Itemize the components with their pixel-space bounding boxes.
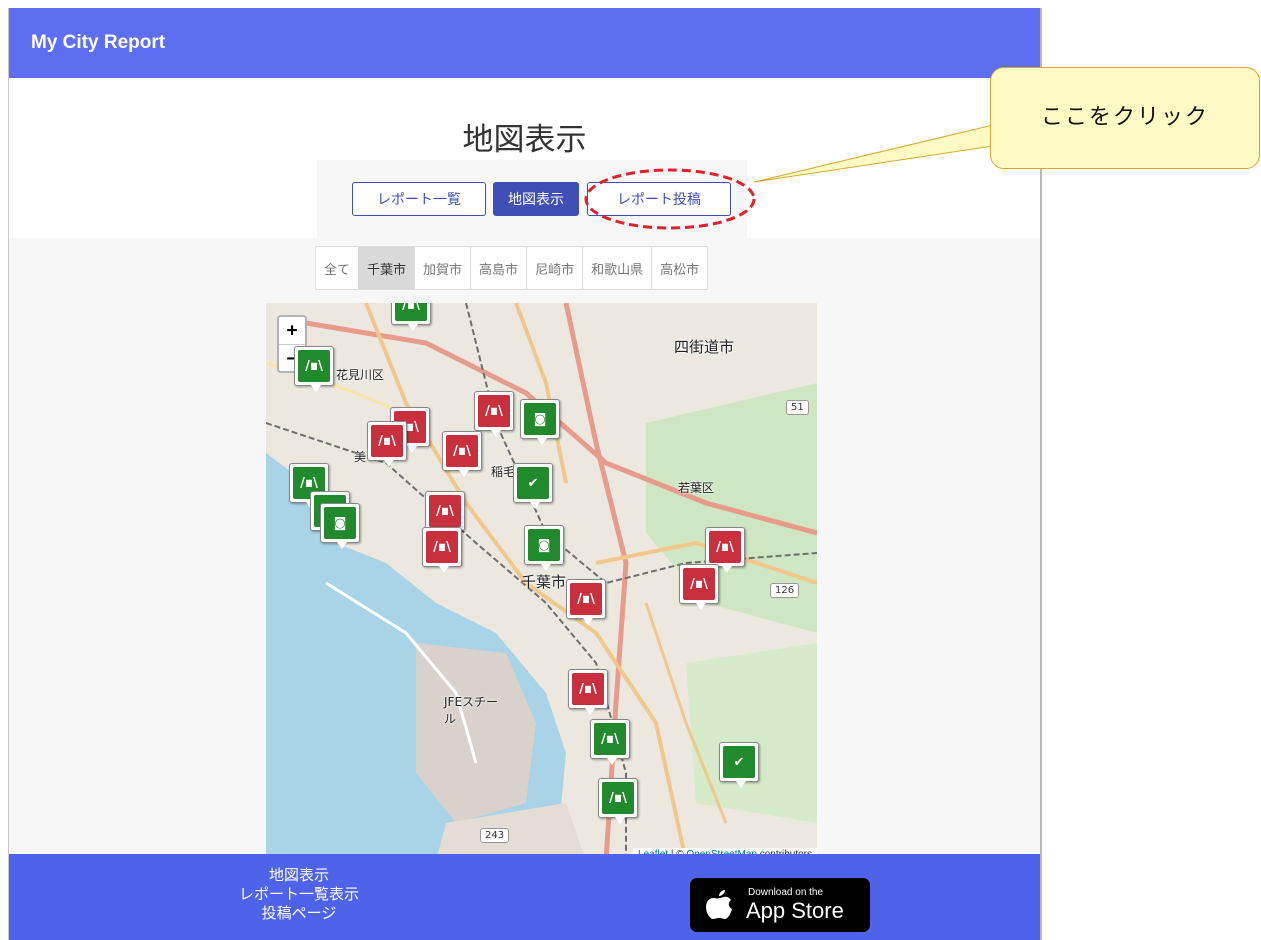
- footer-link-post[interactable]: 投稿ページ: [229, 904, 369, 923]
- camera-icon: ◙: [324, 507, 356, 539]
- road-damage-icon: /∎\: [570, 583, 602, 615]
- callout-box: ここをクリック: [990, 67, 1260, 169]
- map-label-chiba: 千葉市: [521, 573, 567, 591]
- footer: 地図表示 レポート一覧表示 投稿ページ Download on the App …: [9, 854, 1040, 940]
- city-filter-takashima[interactable]: 高島市: [470, 246, 528, 290]
- app-window: My City Report 地図表示 レポート一覧 地図表示 レポート投稿 全…: [8, 8, 1042, 940]
- appstore-big-text: App Store: [746, 898, 844, 923]
- map-marker-photo[interactable]: ◙: [320, 503, 360, 549]
- map-marker-road-damage[interactable]: /∎\: [294, 346, 334, 392]
- city-filter-kaga[interactable]: 加賀市: [414, 246, 472, 290]
- map-marker-road-damage[interactable]: /∎\: [367, 421, 407, 467]
- map-marker-road-damage[interactable]: /∎\: [425, 491, 465, 537]
- map-marker-road-damage[interactable]: /∎\: [705, 527, 745, 573]
- camera-icon: ◙: [528, 529, 560, 561]
- map-marker-road-damage[interactable]: /∎\: [566, 579, 606, 625]
- navbar: My City Report: [9, 8, 1040, 78]
- route-shield-126: 126: [770, 583, 800, 598]
- brand-link[interactable]: My City Report: [31, 32, 165, 54]
- map-marker-photo[interactable]: ◙: [524, 525, 564, 571]
- zoom-in-button[interactable]: +: [279, 317, 305, 344]
- map-marker-road-damage[interactable]: /∎\: [474, 391, 514, 437]
- tab-report-list[interactable]: レポート一覧: [352, 182, 486, 216]
- map-label-yotsukaido: 四街道市: [674, 338, 735, 356]
- map-label-hanamigawa: 花見川区: [336, 368, 385, 382]
- tab-map-view[interactable]: 地図表示: [493, 182, 579, 216]
- road-damage-icon: /∎\: [709, 531, 741, 563]
- callout-text: ここをクリック: [1040, 105, 1209, 130]
- map-label-inage: 稲毛: [491, 465, 516, 479]
- road-damage-icon: /∎\: [429, 495, 461, 527]
- footer-links: 地図表示 レポート一覧表示 投稿ページ: [229, 866, 369, 923]
- map-marker-road-damage[interactable]: /∎\: [422, 527, 462, 573]
- map-label-wakaba: 若葉区: [678, 481, 715, 495]
- road-damage-icon: /∎\: [602, 782, 634, 814]
- map-marker-road-damage[interactable]: /∎\: [590, 719, 630, 765]
- tab-report-post[interactable]: レポート投稿: [587, 182, 731, 216]
- apple-icon: [706, 890, 732, 919]
- road-damage-icon: /∎\: [478, 395, 510, 427]
- city-filter-takamatsu[interactable]: 高松市: [651, 246, 709, 290]
- city-filter-all[interactable]: 全て: [315, 246, 360, 290]
- road-damage-icon: /∎\: [594, 723, 626, 755]
- page-title: 地図表示: [462, 122, 587, 158]
- check-icon: ✔: [723, 746, 755, 778]
- road-damage-icon: /∎\: [395, 303, 427, 321]
- footer-link-report-list[interactable]: レポート一覧表示: [229, 885, 369, 904]
- map-marker-road-damage[interactable]: /∎\: [679, 564, 719, 610]
- footer-link-map[interactable]: 地図表示: [229, 866, 369, 885]
- road-damage-icon: /∎\: [371, 425, 403, 457]
- city-filter-group: 全て 千葉市 加賀市 高島市 尼崎市 和歌山県 高松市: [315, 246, 709, 290]
- road-damage-icon: /∎\: [426, 531, 458, 563]
- appstore-small-text: Download on the: [748, 887, 824, 898]
- map-marker-road-damage[interactable]: /∎\: [568, 669, 608, 715]
- camera-icon: ◙: [524, 403, 556, 435]
- check-icon: ✔: [517, 467, 549, 499]
- map-label-mi: 美: [354, 450, 367, 464]
- road-damage-icon: /∎\: [298, 350, 330, 382]
- map-marker-resolved[interactable]: ✔: [513, 463, 553, 509]
- road-damage-icon: /∎\: [572, 673, 604, 705]
- route-shield-51: 51: [786, 400, 809, 415]
- map-marker-road-damage[interactable]: /∎\: [391, 303, 431, 331]
- map-label-jfe: JFEスチール: [444, 695, 499, 726]
- map-marker-road-damage[interactable]: /∎\: [442, 431, 482, 477]
- road-damage-icon: /∎\: [446, 435, 478, 467]
- city-filter-wakayama[interactable]: 和歌山県: [582, 246, 653, 290]
- city-filter-chiba[interactable]: 千葉市: [358, 246, 416, 290]
- map-marker-resolved[interactable]: ✔: [719, 742, 759, 788]
- map-marker-road-damage[interactable]: /∎\: [598, 778, 638, 824]
- road-damage-icon: /∎\: [683, 568, 715, 600]
- app-store-badge[interactable]: Download on the App Store: [690, 878, 870, 932]
- city-filter-amagasaki[interactable]: 尼崎市: [526, 246, 584, 290]
- map-marker-photo[interactable]: ◙: [520, 399, 560, 445]
- map-view[interactable]: + − 四街道市 花見川区 若葉区 千葉市 稲毛 美 JFEスチール 51 12…: [266, 303, 817, 861]
- route-shield-243: 243: [480, 828, 510, 843]
